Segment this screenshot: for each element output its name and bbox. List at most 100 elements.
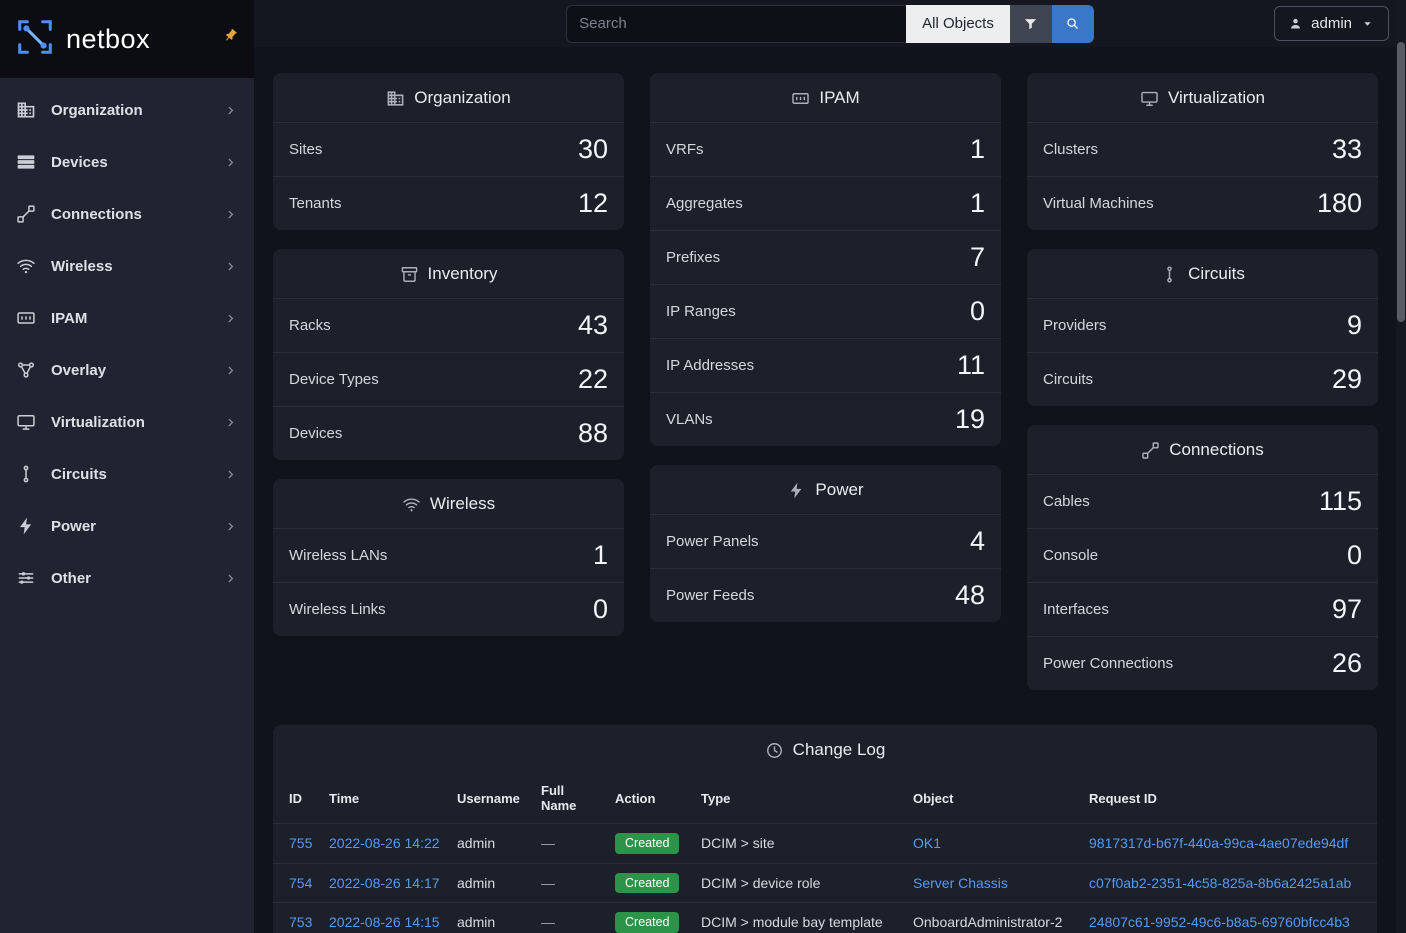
sidebar-item-devices[interactable]: Devices	[0, 136, 254, 188]
wireless-card: Wireless Wireless LANs 1 Wireless Links …	[273, 479, 624, 636]
ipam-card: IPAM VRFs 1 Aggregates 1 Prefixes 7	[650, 73, 1001, 446]
sidebar-item-ipam[interactable]: IPAM	[0, 292, 254, 344]
changelog-id-link[interactable]: 753	[289, 914, 312, 930]
brand-name[interactable]: netbox	[66, 24, 150, 55]
sidebar: netbox Organization Devices Connections …	[0, 0, 254, 933]
card-title: Virtualization	[1168, 88, 1265, 108]
stat-row-ip-addresses[interactable]: IP Addresses 11	[650, 338, 1001, 392]
stat-value: 22	[578, 364, 608, 395]
stat-row-vrfs[interactable]: VRFs 1	[650, 122, 1001, 176]
search-input[interactable]	[566, 5, 906, 43]
stat-row-sites[interactable]: Sites 30	[273, 122, 624, 176]
stat-row-aggregates[interactable]: Aggregates 1	[650, 176, 1001, 230]
stat-row-prefixes[interactable]: Prefixes 7	[650, 230, 1001, 284]
changelog-row: 754 2022-08-26 14:17 admin — Created DCI…	[273, 863, 1377, 903]
sidebar-item-label: Power	[51, 518, 223, 535]
stat-row-cables[interactable]: Cables 115	[1027, 474, 1378, 528]
changelog-object-link[interactable]: OK1	[913, 835, 941, 851]
changelog-type: DCIM > site	[701, 835, 775, 851]
changelog-row: 755 2022-08-26 14:22 admin — Created DCI…	[273, 824, 1377, 864]
col-username: Username	[449, 774, 533, 824]
sidebar-item-virtualization[interactable]: Virtualization	[0, 396, 254, 448]
stat-label: Racks	[289, 317, 331, 334]
stat-row-power-connections[interactable]: Power Connections 26	[1027, 636, 1378, 690]
card-title: Organization	[414, 88, 510, 108]
stat-row-device-types[interactable]: Device Types 22	[273, 352, 624, 406]
scrollbar-thumb[interactable]	[1397, 42, 1405, 322]
sidebar-item-overlay[interactable]: Overlay	[0, 344, 254, 396]
sidebar-header: netbox	[0, 0, 254, 78]
lightning-icon	[16, 516, 36, 536]
filter-button[interactable]	[1010, 5, 1052, 43]
stat-label: Power Connections	[1043, 655, 1173, 672]
changelog-username: admin	[457, 875, 495, 891]
stat-label: Console	[1043, 547, 1098, 564]
sidebar-item-label: IPAM	[51, 310, 223, 327]
changelog-request-link[interactable]: c07f0ab2-2351-4c58-825a-8b6a2425a1ab	[1089, 875, 1351, 891]
chevron-right-icon	[223, 155, 238, 170]
stat-row-wireless-links[interactable]: Wireless Links 0	[273, 582, 624, 636]
changelog-time-link[interactable]: 2022-08-26 14:17	[329, 875, 440, 891]
pin-icon[interactable]	[220, 25, 241, 46]
stat-row-power-panels[interactable]: Power Panels 4	[650, 514, 1001, 568]
stat-label: Prefixes	[666, 249, 720, 266]
changelog-time-link[interactable]: 2022-08-26 14:22	[329, 835, 440, 851]
user-menu[interactable]: admin	[1274, 6, 1389, 41]
search-button[interactable]	[1052, 5, 1094, 43]
stat-value: 97	[1332, 594, 1362, 625]
changelog-request-link[interactable]: 24807c61-9952-49c6-b8a5-69760bfcc4b3	[1089, 914, 1350, 930]
chevron-right-icon	[223, 363, 238, 378]
changelog-request-link[interactable]: 9817317d-b67f-440a-99ca-4ae07ede94df	[1089, 835, 1348, 851]
stat-row-circuits[interactable]: Circuits 29	[1027, 352, 1378, 406]
stat-row-virtual-machines[interactable]: Virtual Machines 180	[1027, 176, 1378, 230]
stat-value: 48	[955, 580, 985, 611]
chevron-right-icon	[223, 519, 238, 534]
stat-row-racks[interactable]: Racks 43	[273, 298, 624, 352]
card-header: Connections	[1027, 425, 1378, 474]
building-icon	[16, 100, 36, 120]
stat-row-clusters[interactable]: Clusters 33	[1027, 122, 1378, 176]
stat-row-tenants[interactable]: Tenants 12	[273, 176, 624, 230]
stat-value: 26	[1332, 648, 1362, 679]
chevron-right-icon	[223, 207, 238, 222]
graph-icon	[16, 360, 36, 380]
sidebar-item-other[interactable]: Other	[0, 552, 254, 604]
stat-row-wireless-lans[interactable]: Wireless LANs 1	[273, 528, 624, 582]
changelog-time-link[interactable]: 2022-08-26 14:15	[329, 914, 440, 930]
stat-value: 0	[970, 296, 985, 327]
stat-label: IP Ranges	[666, 303, 736, 320]
stat-row-providers[interactable]: Providers 9	[1027, 298, 1378, 352]
sidebar-item-organization[interactable]: Organization	[0, 84, 254, 136]
changelog-id-link[interactable]: 755	[289, 835, 312, 851]
changelog-id-link[interactable]: 754	[289, 875, 312, 891]
sidebar-item-label: Wireless	[51, 258, 223, 275]
stat-row-vlans[interactable]: VLANs 19	[650, 392, 1001, 446]
col-request-id: Request ID	[1081, 774, 1377, 824]
stat-row-console[interactable]: Console 0	[1027, 528, 1378, 582]
stat-label: Power Panels	[666, 533, 759, 550]
sidebar-item-power[interactable]: Power	[0, 500, 254, 552]
stat-row-devices[interactable]: Devices 88	[273, 406, 624, 460]
netbox-logo-icon[interactable]	[14, 16, 56, 63]
sidebar-item-connections[interactable]: Connections	[0, 188, 254, 240]
stat-row-interfaces[interactable]: Interfaces 97	[1027, 582, 1378, 636]
sidebar-item-wireless[interactable]: Wireless	[0, 240, 254, 292]
main-area: All Objects admin Organization	[254, 0, 1406, 933]
stat-row-power-feeds[interactable]: Power Feeds 48	[650, 568, 1001, 622]
organization-card: Organization Sites 30 Tenants 12	[273, 73, 624, 230]
stat-value: 1	[970, 134, 985, 165]
card-header: Organization	[273, 73, 624, 122]
search-scope-button[interactable]: All Objects	[906, 5, 1010, 43]
stat-label: Device Types	[289, 371, 379, 388]
stat-label: Circuits	[1043, 371, 1093, 388]
stat-label: Clusters	[1043, 141, 1098, 158]
stat-value: 180	[1317, 188, 1362, 219]
changelog-type: DCIM > device role	[701, 875, 820, 891]
sidebar-item-circuits[interactable]: Circuits	[0, 448, 254, 500]
col-object: Object	[905, 774, 1081, 824]
changelog-object-link[interactable]: Server Chassis	[913, 875, 1008, 891]
col-full-name: Full Name	[533, 774, 607, 824]
stat-row-ip-ranges[interactable]: IP Ranges 0	[650, 284, 1001, 338]
monitor-icon	[1140, 89, 1159, 108]
changelog-card: Change Log ID Time Username Full Name Ac…	[273, 725, 1377, 933]
